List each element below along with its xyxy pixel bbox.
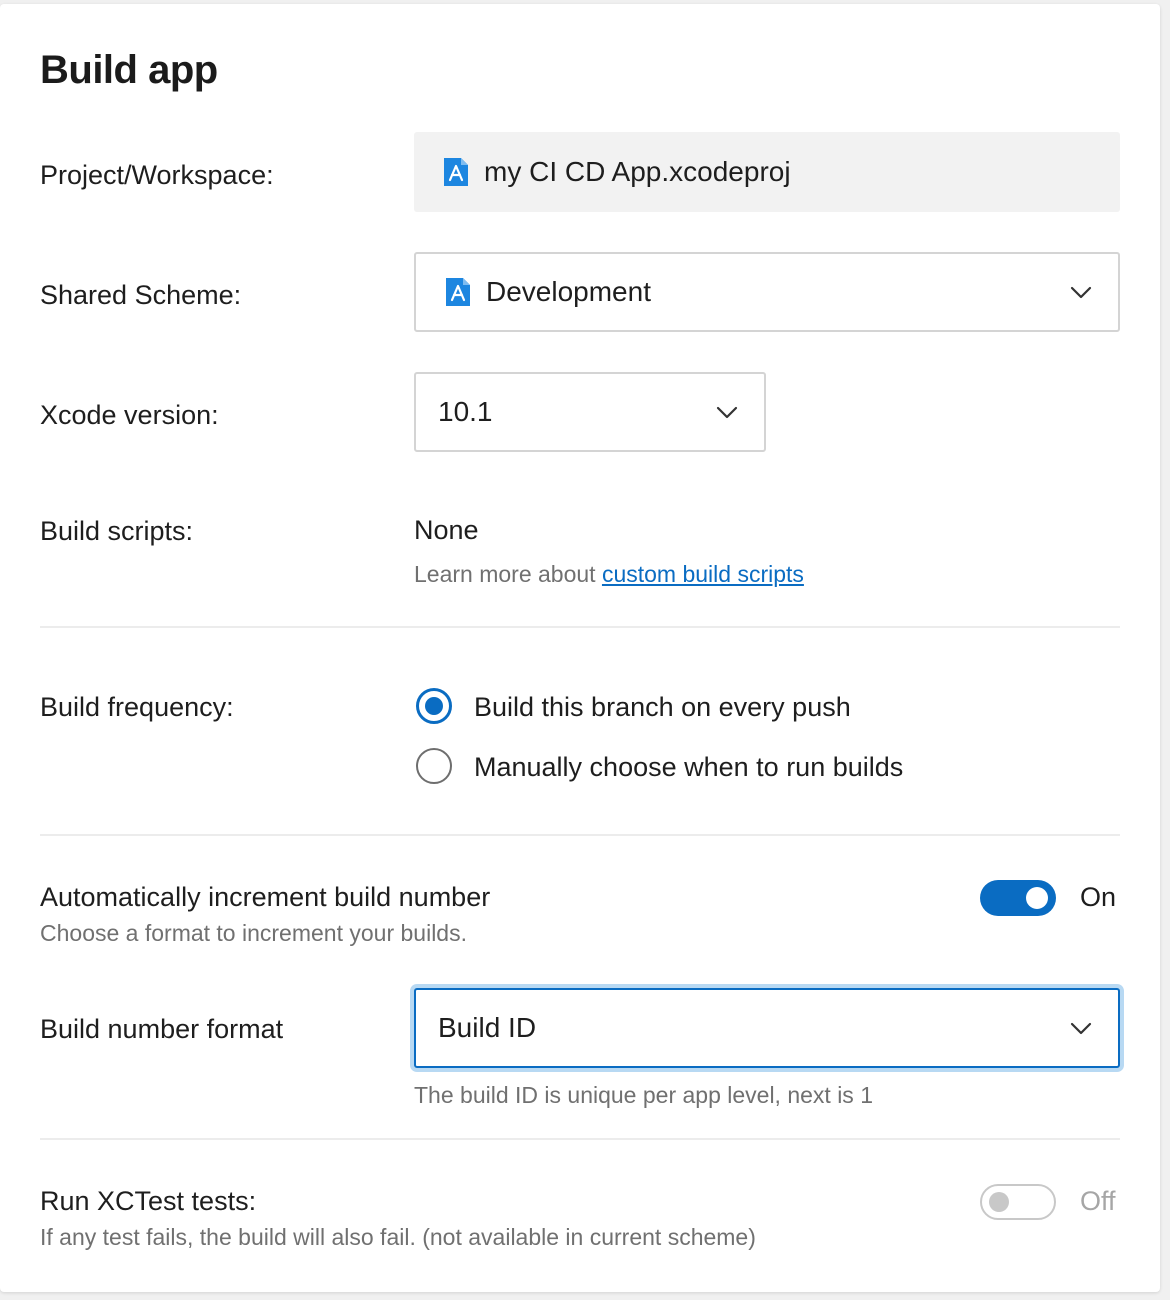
- radio-label-build-every-push[interactable]: Build this branch on every push: [474, 692, 851, 723]
- xctest-title: Run XCTest tests:: [40, 1186, 257, 1216]
- divider: [40, 626, 1120, 628]
- build-app-panel: Build app Project/Workspace: my CI CD Ap…: [0, 4, 1160, 1292]
- xcode-scheme-icon: [446, 278, 470, 306]
- build-scripts-value: None: [414, 515, 479, 545]
- xcode-project-icon: [444, 158, 468, 186]
- project-workspace-label: Project/Workspace:: [40, 160, 274, 190]
- build-number-format-value: Build ID: [438, 1012, 537, 1043]
- shared-scheme-dropdown[interactable]: Development: [414, 252, 1120, 332]
- xcode-version-value: 10.1: [438, 396, 493, 427]
- xctest-toggle[interactable]: [980, 1184, 1056, 1220]
- toggle-knob: [989, 1192, 1009, 1212]
- chevron-down-icon: [716, 406, 738, 419]
- build-scripts-label: Build scripts:: [40, 516, 194, 546]
- xcode-version-label: Xcode version:: [40, 400, 219, 430]
- xctest-state: Off: [1080, 1186, 1116, 1216]
- divider: [40, 1138, 1120, 1140]
- custom-build-scripts-link[interactable]: custom build scripts: [602, 561, 804, 587]
- shared-scheme-label: Shared Scheme:: [40, 280, 242, 310]
- divider: [40, 834, 1120, 836]
- toggle-knob: [1026, 887, 1048, 909]
- radio-manual-builds[interactable]: [416, 748, 452, 784]
- chevron-down-icon: [1070, 1022, 1092, 1035]
- build-scripts-help-text: Learn more about: [414, 561, 602, 587]
- auto-increment-title: Automatically increment build number: [40, 882, 491, 912]
- project-workspace-field: my CI CD App.xcodeproj: [414, 132, 1120, 212]
- page-title: Build app: [40, 48, 218, 92]
- auto-increment-state: On: [1080, 882, 1117, 912]
- chevron-down-icon: [1070, 286, 1092, 299]
- build-number-format-help: The build ID is unique per app level, ne…: [414, 1082, 873, 1108]
- project-workspace-value: my CI CD App.xcodeproj: [484, 156, 791, 187]
- build-number-format-label: Build number format: [40, 1014, 284, 1044]
- build-number-format-dropdown[interactable]: Build ID: [414, 988, 1120, 1068]
- xctest-subtitle: If any test fails, the build will also f…: [40, 1224, 756, 1250]
- build-frequency-label: Build frequency:: [40, 692, 234, 722]
- shared-scheme-value: Development: [486, 276, 651, 307]
- radio-label-manual-builds[interactable]: Manually choose when to run builds: [474, 752, 903, 783]
- auto-increment-toggle[interactable]: [980, 880, 1056, 916]
- xcode-version-dropdown[interactable]: 10.1: [414, 372, 766, 452]
- radio-build-every-push[interactable]: [416, 688, 452, 724]
- auto-increment-subtitle: Choose a format to increment your builds…: [40, 920, 467, 946]
- build-scripts-help: Learn more about custom build scripts: [414, 561, 804, 588]
